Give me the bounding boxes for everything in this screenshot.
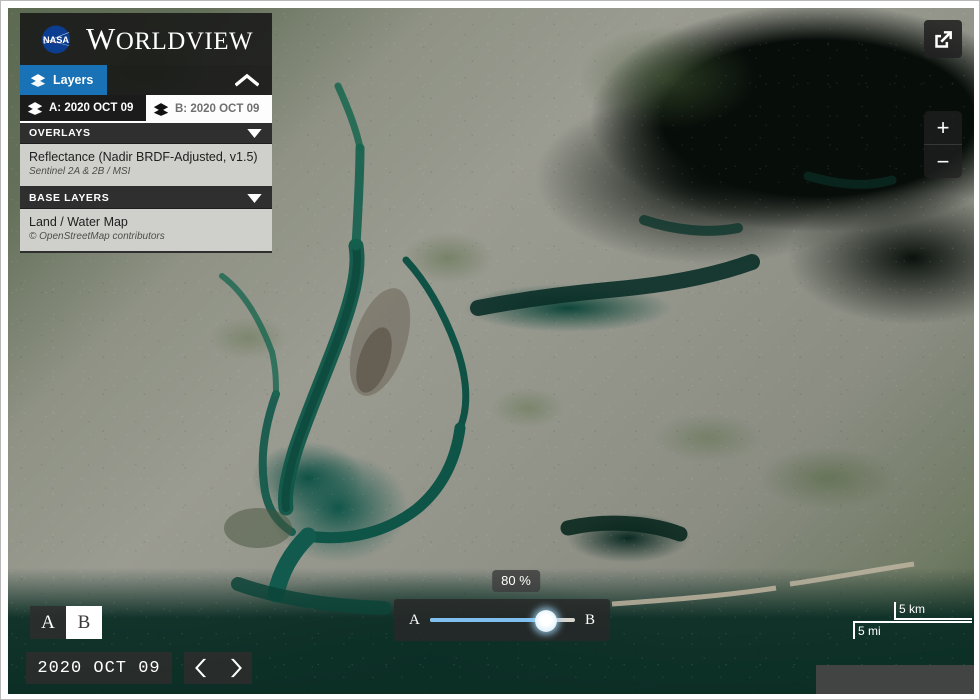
svg-text:NASA: NASA (43, 35, 69, 45)
layer-title: Land / Water Map (29, 215, 128, 229)
tab-compare-b[interactable]: B: 2020 OCT 09 (146, 95, 272, 123)
zoom-out-button[interactable]: − (924, 145, 962, 178)
compare-toggle-b-label: B (77, 611, 91, 633)
current-date-display[interactable]: 2020 OCT 09 (26, 652, 172, 684)
layers-list-panel: OVERLAYS Reflectance (Nadir BRDF-Adjuste… (20, 123, 272, 253)
collapse-panel-button[interactable] (230, 65, 264, 95)
group-header-overlays-label: OVERLAYS (29, 127, 91, 139)
slider-label-b: B (584, 611, 595, 628)
current-date-label: 2020 OCT 09 (37, 658, 161, 678)
layers-stack-icon (153, 102, 169, 116)
group-header-base-layers-label: BASE LAYERS (29, 192, 110, 204)
compare-toggle-a-label: A (41, 611, 55, 633)
slider-fill (429, 618, 546, 622)
layer-subtitle: © OpenStreetMap contributors (29, 231, 165, 242)
scale-bar-metric: 5 km (894, 602, 972, 620)
plus-icon: + (936, 114, 950, 140)
chevron-left-icon (194, 658, 206, 678)
zoom-control-group[interactable]: + − (924, 111, 962, 178)
app-title-initial: W (86, 21, 116, 56)
scale-bar-imperial: 5 mi (853, 621, 972, 639)
layers-stack-icon (27, 101, 43, 115)
layers-stack-icon (30, 73, 46, 87)
chevron-right-icon (230, 658, 242, 678)
group-header-overlays[interactable]: OVERLAYS (20, 123, 272, 144)
slider-track[interactable] (429, 610, 575, 632)
share-link-button[interactable] (924, 20, 962, 58)
chevron-up-icon (235, 73, 259, 87)
timeline-panel-stub[interactable] (816, 665, 974, 694)
map-viewport[interactable]: NASA WORLDVIEW Layers A: 2020 OCT 09 B: … (8, 8, 974, 694)
tab-compare-a[interactable]: A: 2020 OCT 09 (20, 95, 146, 123)
compare-toggle-b[interactable]: B (66, 606, 102, 639)
layer-row-land-water-map[interactable]: Land / Water Map © OpenStreetMap contrib… (20, 213, 272, 246)
compare-opacity-value: 80 % (492, 570, 540, 592)
group-body-base-layers: Land / Water Map © OpenStreetMap contrib… (20, 209, 272, 253)
compare-opacity-slider[interactable]: A B (394, 599, 610, 641)
layer-title: Reflectance (Nadir BRDF-Adjusted, v1.5) (29, 150, 258, 164)
minus-icon: − (936, 148, 950, 174)
app-title-rest: ORLDVIEW (115, 28, 254, 55)
compare-toggle-a[interactable]: A (30, 606, 66, 639)
group-body-overlays: Reflectance (Nadir BRDF-Adjusted, v1.5) … (20, 144, 272, 188)
layer-subtitle: Sentinel 2A & 2B / MSI (29, 166, 131, 177)
layers-panel-header: Layers (20, 65, 272, 95)
caret-down-icon (247, 193, 262, 203)
slider-handle[interactable] (534, 610, 557, 632)
slider-label-a: A (409, 611, 420, 628)
date-navigation[interactable] (184, 652, 252, 684)
next-date-button[interactable] (228, 657, 243, 679)
zoom-in-button[interactable]: + (924, 111, 962, 145)
worldview-app-window: NASA WORLDVIEW Layers A: 2020 OCT 09 B: … (0, 0, 980, 700)
group-header-base-layers[interactable]: BASE LAYERS (20, 188, 272, 209)
nasa-meatball-logo: NASA (42, 25, 73, 53)
compare-mode-toggle[interactable]: A B (30, 606, 102, 639)
previous-date-button[interactable] (194, 657, 209, 679)
app-brand-bar: NASA WORLDVIEW (20, 13, 272, 65)
tab-layers-label: Layers (53, 73, 94, 87)
compare-tab-strip[interactable]: A: 2020 OCT 09 B: 2020 OCT 09 (20, 95, 272, 123)
caret-down-icon (247, 128, 262, 138)
app-title: WORLDVIEW (86, 21, 253, 57)
tab-compare-a-label: A: 2020 OCT 09 (49, 102, 134, 114)
external-link-share-icon (934, 30, 952, 48)
tab-compare-b-label: B: 2020 OCT 09 (175, 103, 260, 115)
layer-row-reflectance[interactable]: Reflectance (Nadir BRDF-Adjusted, v1.5) … (20, 148, 272, 181)
tab-layers[interactable]: Layers (20, 65, 108, 95)
